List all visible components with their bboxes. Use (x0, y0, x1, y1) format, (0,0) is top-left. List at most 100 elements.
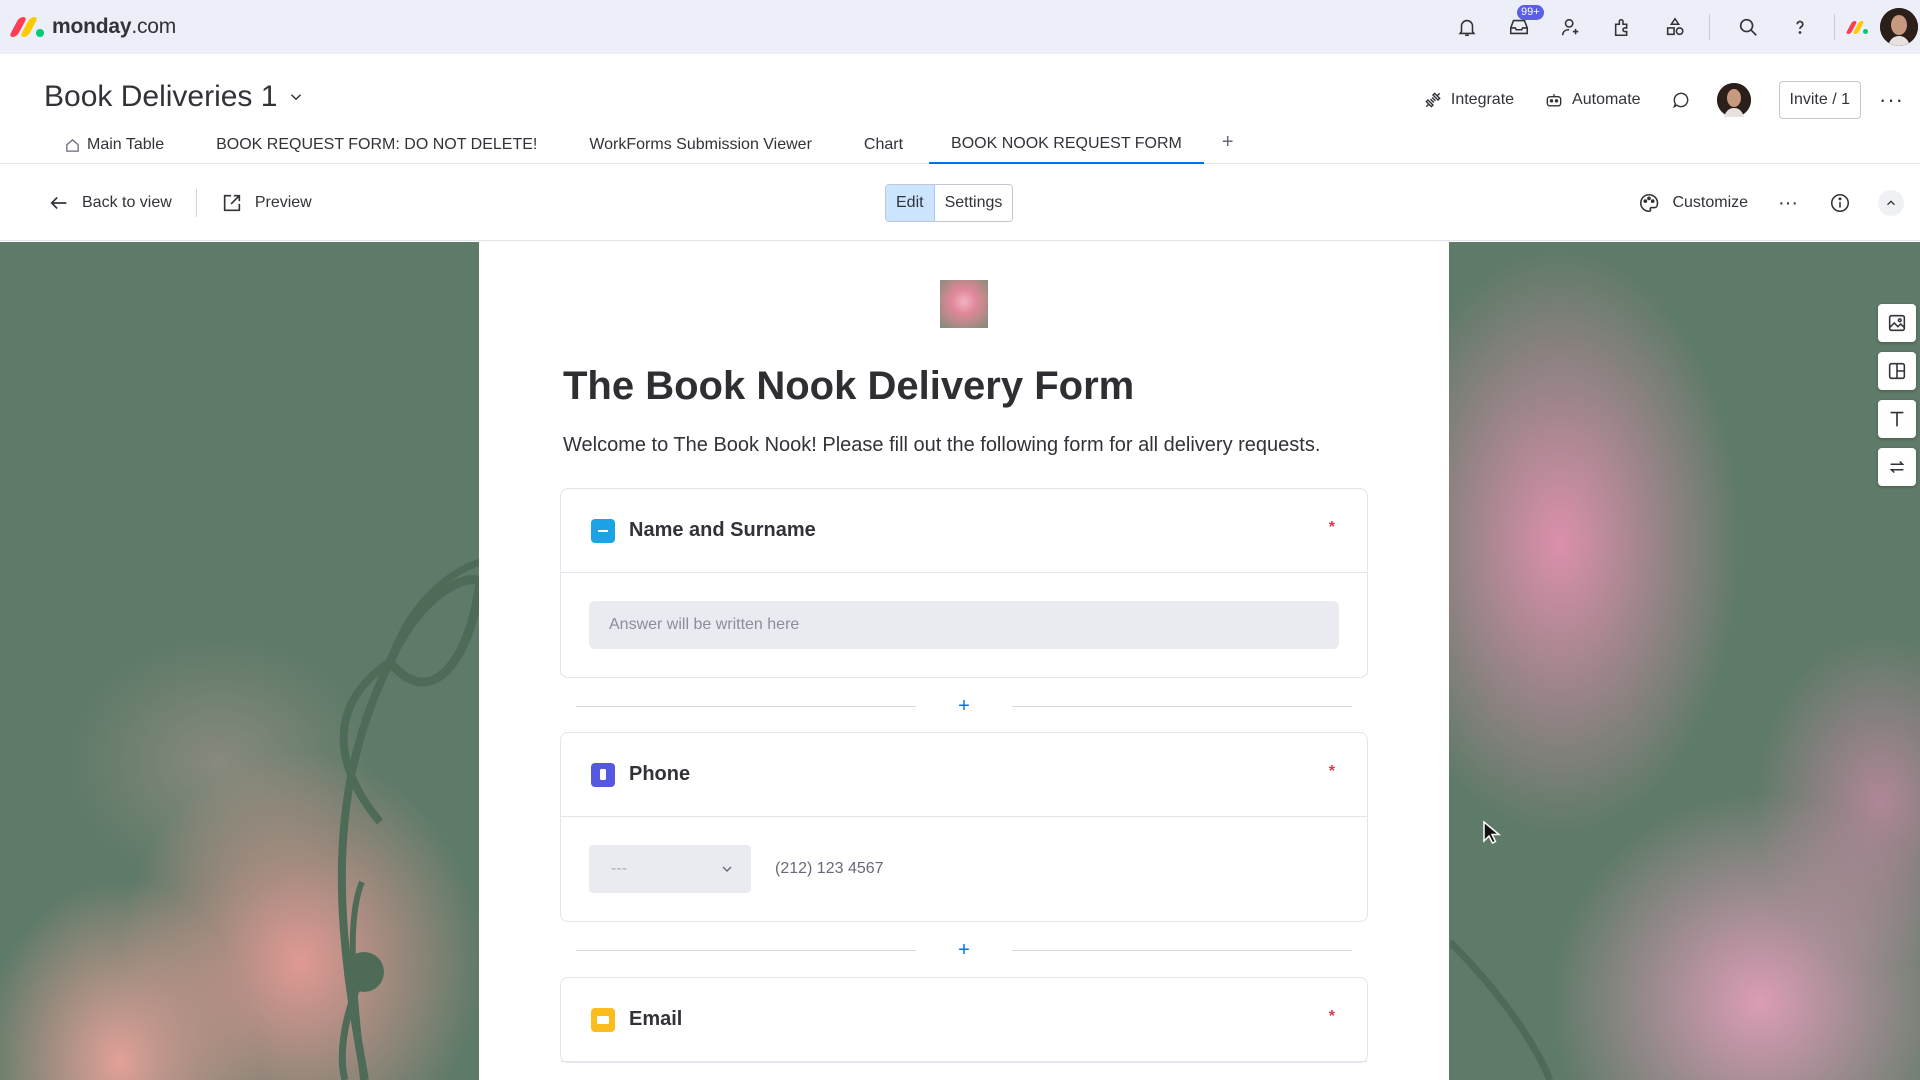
mouse-cursor-icon (1483, 820, 1502, 845)
question-label-phone: Phone (629, 763, 691, 785)
name-answer-field[interactable]: Answer will be written here (589, 601, 1339, 649)
updates-button[interactable] (1671, 90, 1691, 110)
form-toolbar: Back to view Preview Edit Settings Custo… (0, 164, 1920, 241)
text-tool[interactable] (1878, 400, 1916, 438)
add-question-divider-2: + (576, 940, 1352, 960)
board-title-text: Book Deliveries 1 (44, 80, 278, 113)
country-code-placeholder: --- (611, 860, 627, 877)
edit-settings-toggle: Edit Settings (885, 184, 1014, 222)
required-asterisk: * (1328, 519, 1335, 536)
add-question-divider: + (576, 696, 1352, 716)
product-switcher-icon[interactable] (1845, 20, 1868, 34)
search-icon[interactable] (1734, 13, 1762, 41)
external-link-icon (223, 194, 240, 212)
monday-logo[interactable]: monday.com (8, 15, 177, 39)
top-bar-separator (1709, 14, 1710, 40)
tab-workforms-submission-viewer[interactable]: WorkForms Submission Viewer (585, 136, 816, 164)
top-bar: monday.com 99+ (0, 0, 1920, 54)
help-icon[interactable] (1786, 13, 1814, 41)
monday-logo-mark (8, 17, 44, 37)
question-card-email[interactable]: Email * (560, 977, 1368, 1063)
board-title[interactable]: Book Deliveries 1 (44, 80, 305, 114)
reorder-tool[interactable] (1878, 448, 1916, 486)
top-bar-separator-2 (1834, 14, 1835, 40)
automate-label: Automate (1572, 91, 1641, 108)
question-label-name: Name and Surname (629, 519, 816, 541)
preview-label: Preview (254, 194, 312, 211)
collapse-header-icon[interactable] (1878, 190, 1904, 216)
form-canvas: The Book Nook Delivery Form Welcome to T… (0, 242, 1920, 1080)
form-title[interactable]: The Book Nook Delivery Form (563, 364, 1134, 409)
question-card-name[interactable]: Name and Surname * Answer will be writte… (560, 488, 1368, 678)
view-tabs: Main Table BOOK REQUEST FORM: DO NOT DEL… (60, 130, 1234, 164)
arrow-left-icon (50, 196, 67, 210)
chevron-down-icon (722, 866, 732, 872)
integrate-icon (1425, 92, 1441, 108)
form-logo-image[interactable] (940, 280, 988, 328)
required-asterisk: * (1328, 763, 1335, 780)
info-icon[interactable] (1828, 191, 1852, 215)
phone-column-icon (591, 762, 615, 787)
decorative-leaf-illustration (337, 558, 480, 1080)
country-code-select[interactable]: --- (589, 845, 751, 893)
phone-number-field[interactable]: (212) 123 4567 (775, 860, 884, 878)
more-actions-icon[interactable]: ··· (1879, 87, 1904, 113)
user-avatar[interactable] (1880, 8, 1918, 46)
add-image-tool[interactable] (1878, 304, 1916, 342)
templates-icon[interactable] (1661, 13, 1689, 41)
notifications-bell-icon[interactable] (1453, 13, 1481, 41)
inbox-badge: 99+ (1517, 5, 1544, 20)
preview-button[interactable]: Preview (221, 192, 312, 214)
tab-book-request-form-label: BOOK REQUEST FORM: DO NOT DELETE! (216, 136, 538, 153)
apps-marketplace-icon[interactable] (1609, 13, 1637, 41)
tab-chart-label: Chart (863, 136, 904, 153)
tab-main-table[interactable]: Main Table (60, 136, 168, 164)
add-view-button[interactable]: + (1222, 131, 1234, 164)
toolbar-separator (195, 189, 197, 217)
home-icon (66, 138, 79, 152)
board-header: Book Deliveries 1 Integrate Automate Inv… (0, 54, 1920, 164)
customize-label: Customize (1672, 194, 1749, 211)
invite-members-icon[interactable] (1557, 13, 1585, 41)
settings-tab[interactable]: Settings (934, 185, 1013, 221)
tab-chart[interactable]: Chart (860, 136, 907, 164)
edit-tab[interactable]: Edit (886, 185, 935, 221)
add-question-button[interactable]: + (916, 696, 1012, 716)
chevron-down-icon (291, 94, 302, 101)
back-to-view-label: Back to view (82, 194, 172, 211)
form-side-tools (1878, 304, 1916, 486)
customize-button[interactable]: Customize (1638, 192, 1748, 214)
inbox-icon[interactable]: 99+ (1505, 5, 1544, 41)
layout-icon (1888, 362, 1906, 380)
toolbar-more-icon[interactable]: ··· (1778, 192, 1798, 215)
back-to-view-button[interactable]: Back to view (48, 192, 172, 214)
tab-book-nook-request-form[interactable]: BOOK NOOK REQUEST FORM (929, 135, 1204, 164)
robot-icon (1546, 94, 1562, 107)
swap-arrows-icon (1889, 460, 1905, 474)
tab-workforms-label: WorkForms Submission Viewer (589, 136, 812, 153)
form-description[interactable]: Welcome to The Book Nook! Please fill ou… (563, 434, 1320, 457)
layout-tool[interactable] (1878, 352, 1916, 390)
automate-button[interactable]: Automate (1544, 90, 1641, 110)
form-panel: The Book Nook Delivery Form Welcome to T… (479, 242, 1449, 1080)
chat-bubble-icon (1672, 92, 1688, 109)
integrate-button[interactable]: Integrate (1423, 90, 1514, 110)
text-column-icon (591, 518, 615, 543)
add-question-button-2[interactable]: + (916, 940, 1012, 960)
logo-text-light: .com (131, 15, 177, 38)
decorative-stem-illustration (1450, 939, 1554, 1080)
tab-main-table-label: Main Table (87, 136, 165, 153)
text-icon (1890, 411, 1904, 427)
logo-text-bold: monday (52, 15, 132, 38)
image-icon (1888, 314, 1906, 332)
invite-button[interactable]: Invite / 1 (1778, 81, 1862, 119)
required-asterisk: * (1328, 1008, 1335, 1025)
email-column-icon (591, 1007, 615, 1032)
question-label-email: Email (629, 1008, 683, 1030)
tab-book-request-form[interactable]: BOOK REQUEST FORM: DO NOT DELETE! (212, 136, 541, 164)
tab-book-nook-label: BOOK NOOK REQUEST FORM (951, 135, 1182, 152)
question-card-phone[interactable]: Phone * --- (212) 123 4567 (560, 732, 1368, 922)
board-owner-avatar[interactable] (1716, 83, 1751, 117)
integrate-label: Integrate (1450, 91, 1515, 108)
palette-icon (1640, 193, 1659, 213)
